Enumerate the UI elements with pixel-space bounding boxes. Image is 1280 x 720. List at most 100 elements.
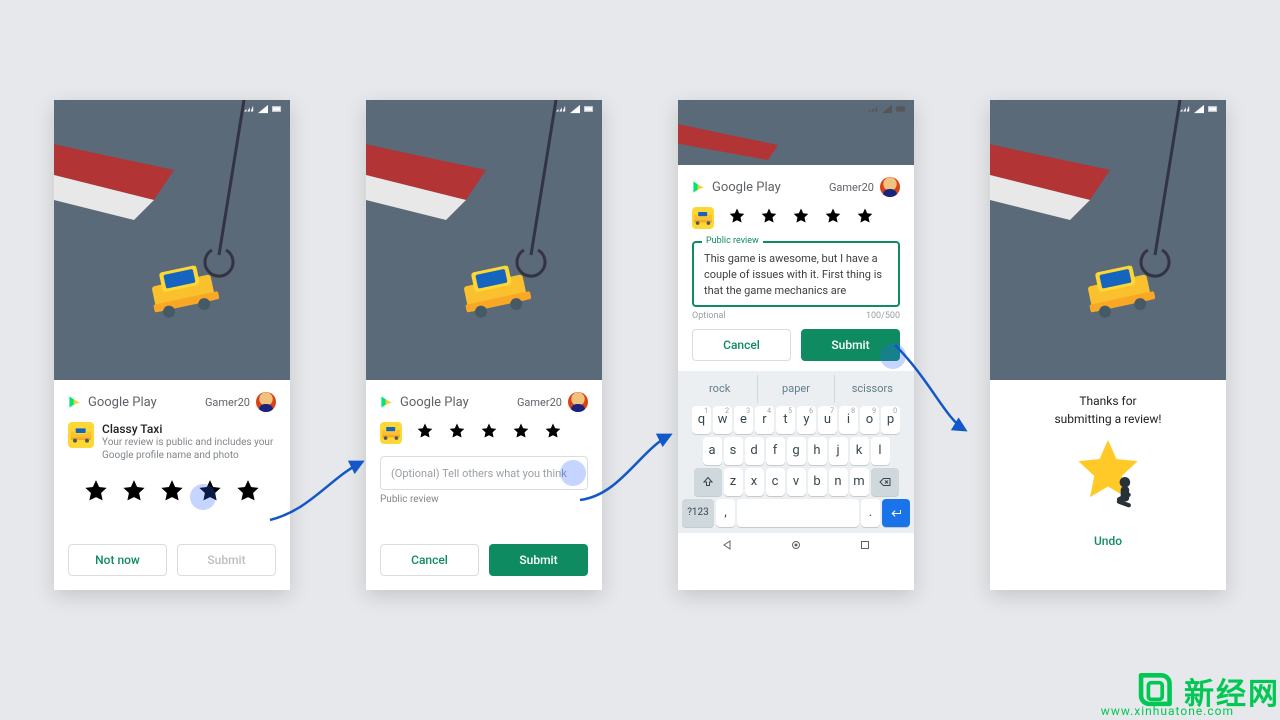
optional-label: Optional (692, 311, 726, 321)
star-3[interactable] (480, 422, 498, 444)
star-2[interactable] (121, 478, 147, 508)
key-e[interactable]: e3 (734, 406, 753, 434)
touch-ripple (190, 484, 216, 510)
not-now-button[interactable]: Not now (68, 544, 167, 576)
star-5[interactable] (856, 207, 874, 229)
star-5[interactable] (544, 422, 562, 444)
rating-stars-filled[interactable] (692, 207, 900, 229)
key-t[interactable]: t5 (776, 406, 795, 434)
nav-recent-icon[interactable] (859, 539, 871, 551)
brand-text: Google Play (88, 395, 157, 410)
user-chip[interactable]: Gamer20 (517, 392, 588, 412)
cancel-button[interactable]: Cancel (380, 544, 479, 576)
star-4[interactable] (824, 207, 842, 229)
cancel-button[interactable]: Cancel (692, 329, 791, 361)
game-hero (54, 100, 290, 380)
key-b[interactable]: b (808, 468, 827, 496)
shift-key[interactable] (694, 468, 722, 496)
key-j[interactable]: j (829, 437, 848, 465)
brand-text: Google Play (400, 395, 469, 410)
key-g[interactable]: g (787, 437, 806, 465)
star-1[interactable] (83, 478, 109, 508)
key-h[interactable]: h (808, 437, 827, 465)
key-row-4: ?123 , . (682, 499, 910, 527)
app-icon (380, 422, 402, 444)
suggestion-bar[interactable]: rock paper scissors (682, 375, 910, 403)
user-chip[interactable]: Gamer20 (205, 392, 276, 412)
status-bar (990, 100, 1226, 118)
app-info-row: Classy Taxi Your review is public and in… (68, 422, 276, 462)
button-row: Cancel Submit (692, 329, 900, 361)
field-label: Public review (702, 236, 763, 246)
backspace-key[interactable] (871, 468, 899, 496)
key-y[interactable]: y6 (797, 406, 816, 434)
brand-row: Google Play Gamer20 (68, 392, 276, 412)
avatar (880, 177, 900, 197)
phone-screen-4: Thanks for submitting a review! Undo (990, 100, 1226, 590)
google-play-brand: Google Play (380, 394, 469, 410)
symbols-key[interactable]: ?123 (682, 499, 714, 527)
key-q[interactable]: q1 (692, 406, 711, 434)
star-3[interactable] (792, 207, 810, 229)
nav-home-icon[interactable] (790, 539, 802, 551)
review-textarea[interactable]: Public review This game is awesome, but … (692, 241, 900, 307)
key-x[interactable]: x (745, 468, 764, 496)
key-u[interactable]: u7 (818, 406, 837, 434)
play-logo-icon (68, 394, 82, 410)
star-2[interactable] (448, 422, 466, 444)
key-row-2: asdfghjkl (682, 437, 910, 465)
star-5[interactable] (235, 478, 261, 508)
key-k[interactable]: k (850, 437, 869, 465)
star-4[interactable] (512, 422, 530, 444)
status-bar (366, 100, 602, 118)
key-c[interactable]: c (766, 468, 785, 496)
suggestion-2[interactable]: paper (758, 375, 834, 403)
submit-button[interactable]: Submit (489, 544, 588, 576)
key-z[interactable]: z (724, 468, 743, 496)
undo-button[interactable]: Undo (1004, 534, 1212, 548)
star-2[interactable] (760, 207, 778, 229)
key-r[interactable]: r4 (755, 406, 774, 434)
app-desc: Your review is public and includes your … (102, 436, 276, 462)
nav-back-icon[interactable] (721, 539, 733, 551)
key-a[interactable]: a (703, 437, 722, 465)
key-l[interactable]: l (871, 437, 890, 465)
comma-key[interactable]: , (716, 499, 735, 527)
rating-stars[interactable] (68, 478, 276, 508)
key-m[interactable]: m (850, 468, 869, 496)
hero-bg (54, 100, 290, 380)
button-row: Not now Submit (68, 544, 276, 576)
brand-row: Google Play Gamer20 (692, 177, 900, 197)
key-n[interactable]: n (829, 468, 848, 496)
star-3[interactable] (159, 478, 185, 508)
key-o[interactable]: o9 (860, 406, 879, 434)
key-d[interactable]: d (745, 437, 764, 465)
space-key[interactable] (737, 499, 859, 527)
touch-ripple (560, 460, 586, 486)
suggestion-1[interactable]: rock (682, 375, 758, 403)
suggestion-3[interactable]: scissors (835, 375, 910, 403)
user-chip[interactable]: Gamer20 (829, 177, 900, 197)
char-counter: 100/500 (866, 311, 900, 321)
rating-stars-filled[interactable] (380, 422, 588, 444)
game-hero (990, 100, 1226, 380)
period-key[interactable]: . (861, 499, 880, 527)
avatar (256, 392, 276, 412)
brand-row: Google Play Gamer20 (380, 392, 588, 412)
key-f[interactable]: f (766, 437, 785, 465)
star-1[interactable] (416, 422, 434, 444)
keyboard[interactable]: rock paper scissors q1w2e3r4t5y6u7i8o9p0… (678, 371, 914, 533)
star-1[interactable] (728, 207, 746, 229)
game-hero (366, 100, 602, 380)
google-play-brand: Google Play (68, 394, 157, 410)
enter-key[interactable] (882, 499, 910, 527)
key-s[interactable]: s (724, 437, 743, 465)
key-p[interactable]: p0 (881, 406, 900, 434)
submit-button-disabled: Submit (177, 544, 276, 576)
key-w[interactable]: w2 (713, 406, 732, 434)
google-play-brand: Google Play (692, 179, 781, 195)
key-v[interactable]: v (787, 468, 806, 496)
watermark-url: www.xinhuatone.com (1101, 704, 1234, 718)
review-input[interactable]: (Optional) Tell others what you think (380, 456, 588, 490)
key-i[interactable]: i8 (839, 406, 858, 434)
